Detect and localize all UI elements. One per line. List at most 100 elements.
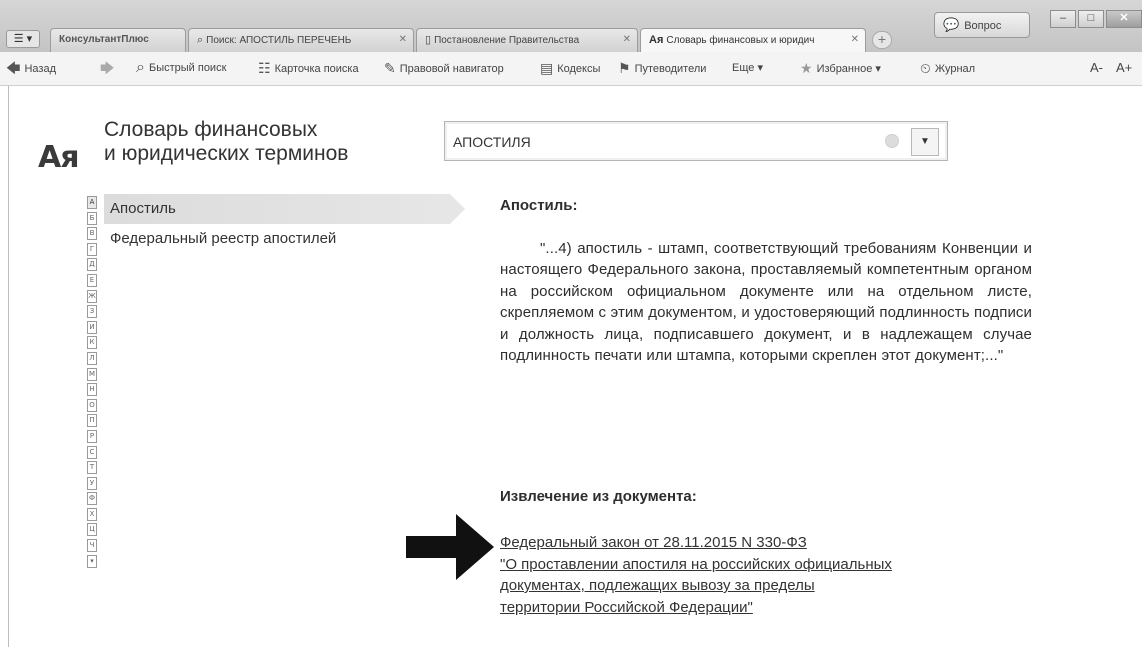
title-line-2: и юридических терминов (104, 142, 349, 165)
alphabet-letter[interactable]: Х (87, 507, 97, 521)
arrow-left-icon: 🡄 (6, 60, 21, 76)
arrow-right-icon: 🡆 (100, 60, 115, 76)
clear-search-icon[interactable] (885, 134, 899, 148)
guides-label: Путеводители (634, 63, 707, 75)
alphabet-letter[interactable]: В (87, 227, 97, 241)
tab-consultant-home[interactable]: КонсультантПлюс (50, 28, 186, 52)
alphabet-letter[interactable]: Н (87, 383, 97, 397)
codes-button[interactable]: ▤ Кодексы (540, 60, 600, 77)
alphabet-letter[interactable]: У (87, 476, 97, 490)
minimize-button[interactable]: – (1050, 10, 1076, 28)
alphabet-letter[interactable]: О (87, 398, 97, 412)
alphabet-letter[interactable]: Т (87, 461, 97, 475)
book-icon: ▤ (540, 60, 554, 76)
extract-heading: Извлечение из документа: (500, 488, 697, 505)
alphabet-letter[interactable]: Ж (87, 289, 97, 303)
chat-bubble-icon: 💬 (943, 17, 960, 32)
close-tab-icon[interactable]: ✕ (399, 29, 407, 51)
clock-icon: ⏲ (920, 60, 931, 76)
alphabet-letter[interactable]: К (87, 336, 97, 350)
alphabet-letter[interactable]: И (87, 320, 97, 334)
alphabet-letter[interactable]: Ф (87, 492, 97, 506)
alphabet-letter[interactable]: С (87, 445, 97, 459)
search-icon: ⌕ (197, 34, 204, 46)
alphabet-letter[interactable]: Г (87, 242, 97, 256)
definition-text: "...4) апостиль - штамп, соответствующий… (500, 240, 1032, 365)
link-line-3: документах, подлежащих вывозу за пределы (500, 577, 815, 594)
favorites-label: Избранное ▾ (816, 63, 881, 75)
legal-navigator-label: Правовой навигатор (399, 63, 504, 75)
question-label: Вопрос (964, 20, 1002, 32)
history-label: Журнал (934, 63, 976, 75)
history-button[interactable]: ⏲ Журнал (920, 60, 975, 77)
term-search-box: ▼ (444, 121, 948, 161)
pointer-arrow-icon (406, 514, 494, 580)
font-decrease-button[interactable]: A- (1090, 60, 1103, 75)
search-card-label: Карточка поиска (274, 63, 359, 75)
term-definition: Апостиль: "...4) апостиль - штамп, соотв… (500, 196, 1032, 616)
quick-search-button[interactable]: ⌕ Быстрый поиск (136, 60, 226, 76)
pen-icon: ✎ (384, 60, 396, 76)
alphabet-letter[interactable]: А (87, 196, 97, 209)
tab-label: Словарь финансовых и юридич (666, 35, 815, 46)
alphabet-letter[interactable]: Л (87, 351, 97, 365)
title-line-1: Словарь финансовых (104, 118, 318, 141)
alphabet-letter[interactable]: З (87, 305, 97, 319)
star-icon: ★ (800, 60, 813, 76)
term-item-federal-registry[interactable]: Федеральный реестр апостилей (104, 224, 464, 254)
back-label: Назад (24, 63, 56, 75)
term-item-apostille[interactable]: Апостиль (104, 194, 465, 224)
link-line-1: Федеральный закон от 28.11.2015 N 330-ФЗ (500, 534, 807, 551)
page-title: Словарь финансовых и юридических термино… (104, 118, 424, 166)
alphabet-letter[interactable]: Е (87, 273, 97, 287)
tab-label: КонсультантПлюс (59, 34, 149, 45)
close-tab-icon[interactable]: ✕ (623, 29, 631, 51)
alphabet-letter[interactable]: М (87, 367, 97, 381)
signpost-icon: ⚑ (618, 60, 631, 76)
term-search-input[interactable] (453, 131, 873, 153)
codes-label: Кодексы (557, 63, 601, 75)
alphabet-letter[interactable]: П (87, 414, 97, 428)
close-window-button[interactable]: ✕ (1106, 10, 1142, 28)
more-menu-button[interactable]: Еще ▾ (732, 60, 763, 76)
tab-search[interactable]: ⌕ Поиск: АПОСТИЛЬ ПЕРЕЧЕНЬ ✕ (188, 28, 414, 52)
alphabet-letter[interactable]: Д (87, 258, 97, 272)
tab-dictionary[interactable]: Ая Словарь финансовых и юридич ✕ (640, 28, 866, 52)
font-increase-button[interactable]: A+ (1116, 60, 1132, 75)
favorites-button[interactable]: ★ Избранное ▾ (800, 60, 881, 77)
tab-document[interactable]: ▯ Постановление Правительства ✕ (416, 28, 638, 52)
main-menu-button[interactable]: ☰ ▾ (6, 30, 40, 48)
tab-bar: ☰ ▾ КонсультантПлюс ⌕ Поиск: АПОСТИЛЬ ПЕР… (0, 0, 1142, 52)
source-document-link[interactable]: Федеральный закон от 28.11.2015 N 330-ФЗ… (500, 532, 1032, 618)
dictionary-icon: Ая (649, 34, 664, 46)
document-icon: ▯ (425, 34, 432, 46)
search-dropdown-button[interactable]: ▼ (911, 128, 939, 156)
maximize-button[interactable]: □ (1078, 10, 1104, 28)
frame-border (8, 86, 9, 647)
term-list: Апостиль Федеральный реестр апостилей (104, 194, 465, 254)
alphabet-index: А Б В Г Д Е Ж З И К Л М Н О П Р С Т У Ф Х Ц Ч ▾ (87, 196, 97, 570)
search-card-button[interactable]: ☷ Карточка поиска (258, 60, 359, 77)
close-tab-icon[interactable]: ✕ (851, 29, 859, 51)
alphabet-scroll-down-icon[interactable]: ▾ (87, 554, 97, 568)
quick-search-label: Быстрый поиск (148, 62, 227, 74)
tab-label: Поиск: АПОСТИЛЬ ПЕРЕЧЕНЬ (206, 35, 352, 46)
alphabet-letter[interactable]: Ч (87, 539, 97, 553)
alphabet-letter[interactable]: Б (87, 211, 97, 225)
toolbar: 🡄 Назад 🡆 ⌕ Быстрый поиск ☷ Карточка поиска… (0, 52, 1142, 86)
dictionary-logo: Ая (38, 140, 79, 175)
definition-heading: Апостиль: (500, 197, 578, 214)
legal-navigator-button[interactable]: ✎ Правовой навигатор (384, 60, 504, 77)
forward-button[interactable]: 🡆 (100, 60, 118, 77)
back-button[interactable]: 🡄 Назад (6, 60, 56, 77)
guides-button[interactable]: ⚑ Путеводители (618, 60, 706, 77)
alphabet-letter[interactable]: Ц (87, 523, 97, 537)
search-card-icon: ☷ (258, 60, 271, 76)
link-line-4: территории Российской Федерации" (500, 598, 753, 616)
tab-label: Постановление Правительства (434, 35, 580, 46)
alphabet-letter[interactable]: Р (87, 429, 97, 443)
link-line-2: "О проставлении апостиля на российских о… (500, 555, 892, 573)
new-tab-button[interactable]: + (872, 31, 892, 49)
question-button[interactable]: 💬 Вопрос (934, 12, 1030, 38)
search-icon: ⌕ (136, 59, 145, 76)
